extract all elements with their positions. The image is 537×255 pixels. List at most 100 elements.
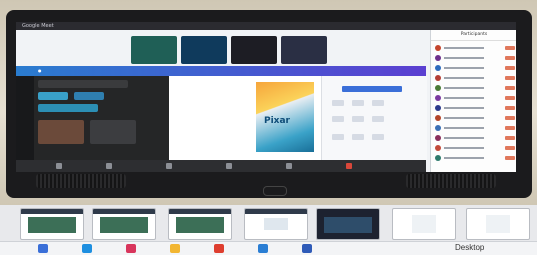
editor-left-rail[interactable]	[16, 76, 34, 160]
mic-muted-icon[interactable]	[505, 56, 515, 60]
option-chip[interactable]	[332, 134, 344, 140]
window-thumbnail[interactable]	[168, 208, 232, 240]
canvas-text: Pixar	[264, 116, 290, 126]
participant-row[interactable]	[435, 114, 515, 122]
panel-image[interactable]	[90, 120, 136, 144]
video-tile[interactable]	[281, 36, 327, 64]
participant-row[interactable]	[435, 134, 515, 142]
option-chip[interactable]	[372, 100, 384, 106]
mic-muted-icon[interactable]	[505, 126, 515, 130]
avatar	[435, 115, 441, 121]
window-thumbnail[interactable]	[244, 208, 308, 240]
taskbar: Desktop	[0, 241, 537, 255]
camera-icon[interactable]	[106, 163, 112, 169]
participant-name	[444, 147, 484, 149]
window-thumbnail[interactable]	[466, 208, 530, 240]
window-thumbnail[interactable]	[20, 208, 84, 240]
meet-title-bar: Google Meet	[16, 22, 516, 30]
edge-icon[interactable]	[82, 244, 92, 253]
video-tile[interactable]	[231, 36, 277, 64]
speaker-grille-left	[36, 174, 126, 188]
avatar	[435, 155, 441, 161]
participant-name	[444, 137, 484, 139]
option-chip[interactable]	[352, 116, 364, 122]
chrome-icon[interactable]	[214, 244, 224, 253]
participant-row[interactable]	[435, 64, 515, 72]
more-options-icon[interactable]	[286, 163, 292, 169]
laptop-bezel: Google Meet ● Pixar Participants	[6, 10, 532, 198]
participants-title: Participants	[431, 30, 516, 41]
option-chip[interactable]	[332, 100, 344, 106]
option-chip[interactable]	[332, 116, 344, 122]
avatar	[435, 85, 441, 91]
mic-muted-icon[interactable]	[505, 156, 515, 160]
word-icon[interactable]	[302, 244, 312, 253]
participant-row[interactable]	[435, 74, 515, 82]
video-tile[interactable]	[181, 36, 227, 64]
participant-name	[444, 157, 484, 159]
option-chip[interactable]	[372, 116, 384, 122]
webcam-notch	[263, 186, 287, 196]
mic-muted-icon[interactable]	[505, 46, 515, 50]
mic-muted-icon[interactable]	[505, 116, 515, 120]
panel-search[interactable]	[38, 80, 128, 88]
shared-screen-canva: ● Pixar	[16, 66, 427, 160]
participant-name	[444, 57, 484, 59]
mic-muted-icon[interactable]	[505, 96, 515, 100]
panel-element[interactable]	[74, 92, 104, 100]
panel-element[interactable]	[38, 92, 68, 100]
participant-name	[444, 77, 484, 79]
avatar	[435, 75, 441, 81]
design-canvas[interactable]: Pixar	[256, 82, 314, 152]
mic-muted-icon[interactable]	[505, 106, 515, 110]
participant-row[interactable]	[435, 94, 515, 102]
window-title: Google Meet	[22, 23, 54, 29]
properties-panel	[321, 76, 427, 160]
panel-image[interactable]	[38, 120, 84, 144]
mic-muted-icon[interactable]	[505, 76, 515, 80]
avatar	[435, 55, 441, 61]
end-call-icon[interactable]	[346, 163, 352, 169]
avatar	[435, 135, 441, 141]
participant-row[interactable]	[435, 154, 515, 162]
canva-toolbar[interactable]: ●	[16, 66, 426, 76]
window-thumbnail[interactable]	[392, 208, 456, 240]
window-thumbnail[interactable]	[316, 208, 380, 240]
participants-panel: Participants	[430, 30, 516, 172]
panel-element[interactable]	[38, 104, 98, 112]
store-icon[interactable]	[258, 244, 268, 253]
option-chip[interactable]	[352, 134, 364, 140]
participant-name	[444, 117, 484, 119]
mic-muted-icon[interactable]	[505, 86, 515, 90]
participant-row[interactable]	[435, 144, 515, 152]
avatar	[435, 45, 441, 51]
option-chip[interactable]	[372, 134, 384, 140]
mic-icon[interactable]	[56, 163, 62, 169]
task-switcher	[0, 205, 537, 241]
file-explorer-icon[interactable]	[170, 244, 180, 253]
mic-muted-icon[interactable]	[505, 66, 515, 70]
present-icon[interactable]	[166, 163, 172, 169]
desktop-label[interactable]: Desktop	[455, 243, 484, 252]
video-tile[interactable]	[131, 36, 177, 64]
speaker-grille-right	[406, 174, 496, 188]
participant-row[interactable]	[435, 44, 515, 52]
participant-row[interactable]	[435, 124, 515, 132]
participant-row[interactable]	[435, 54, 515, 62]
participant-name	[444, 127, 484, 129]
option-chip[interactable]	[352, 100, 364, 106]
avatar	[435, 65, 441, 71]
task-view-icon[interactable]	[38, 244, 48, 253]
participant-row[interactable]	[435, 104, 515, 112]
app-icon[interactable]	[126, 244, 136, 253]
participant-name	[444, 97, 484, 99]
captions-icon[interactable]	[226, 163, 232, 169]
laptop-screen: Google Meet ● Pixar Participants	[16, 22, 516, 172]
mic-muted-icon[interactable]	[505, 136, 515, 140]
elements-panel	[34, 76, 169, 160]
mic-muted-icon[interactable]	[505, 146, 515, 150]
participant-name	[444, 87, 484, 89]
avatar	[435, 105, 441, 111]
participant-row[interactable]	[435, 84, 515, 92]
window-thumbnail[interactable]	[92, 208, 156, 240]
